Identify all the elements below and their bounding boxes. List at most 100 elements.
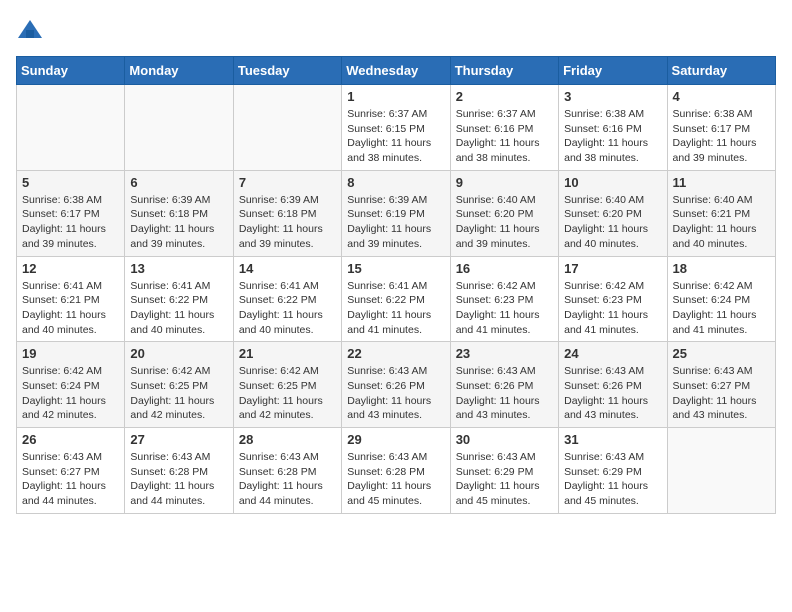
cell-info-text: Sunrise: 6:40 AMSunset: 6:20 PMDaylight:… — [456, 193, 553, 252]
calendar-cell — [233, 85, 341, 171]
calendar-cell: 17 Sunrise: 6:42 AMSunset: 6:23 PMDayligh… — [559, 256, 667, 342]
cell-date-number: 21 — [239, 346, 336, 361]
cell-date-number: 10 — [564, 175, 661, 190]
calendar-cell: 20 Sunrise: 6:42 AMSunset: 6:25 PMDayligh… — [125, 342, 233, 428]
calendar-cell: 19Sunrise: 6:42 AMSunset: 6:24 PMDayligh… — [17, 342, 125, 428]
calendar-cell — [17, 85, 125, 171]
calendar-cell: 25 Sunrise: 6:43 AMSunset: 6:27 PMDayligh… — [667, 342, 775, 428]
cell-info-text: Sunrise: 6:41 AMSunset: 6:22 PMDaylight:… — [239, 279, 336, 338]
calendar-cell: 4 Sunrise: 6:38 AMSunset: 6:17 PMDaylight… — [667, 85, 775, 171]
cell-date-number: 29 — [347, 432, 444, 447]
calendar-week-1: 1 Sunrise: 6:37 AMSunset: 6:15 PMDaylight… — [17, 85, 776, 171]
cell-date-number: 20 — [130, 346, 227, 361]
cell-info-text: Sunrise: 6:43 AMSunset: 6:27 PMDaylight:… — [22, 450, 119, 509]
cell-info-text: Sunrise: 6:41 AMSunset: 6:22 PMDaylight:… — [130, 279, 227, 338]
calendar-cell: 23 Sunrise: 6:43 AMSunset: 6:26 PMDayligh… — [450, 342, 558, 428]
cell-date-number: 26 — [22, 432, 119, 447]
cell-date-number: 1 — [347, 89, 444, 104]
cell-date-number: 18 — [673, 261, 770, 276]
calendar-cell: 3 Sunrise: 6:38 AMSunset: 6:16 PMDaylight… — [559, 85, 667, 171]
cell-info-text: Sunrise: 6:43 AMSunset: 6:26 PMDaylight:… — [564, 364, 661, 423]
calendar-cell: 5 Sunrise: 6:38 AMSunset: 6:17 PMDaylight… — [17, 170, 125, 256]
cell-date-number: 19 — [22, 346, 119, 361]
logo-icon — [16, 16, 44, 44]
cell-info-text: Sunrise: 6:38 AMSunset: 6:16 PMDaylight:… — [564, 107, 661, 166]
cell-info-text: Sunrise: 6:43 AMSunset: 6:29 PMDaylight:… — [564, 450, 661, 509]
cell-date-number: 2 — [456, 89, 553, 104]
cell-date-number: 7 — [239, 175, 336, 190]
calendar-cell: 13 Sunrise: 6:41 AMSunset: 6:22 PMDayligh… — [125, 256, 233, 342]
calendar-cell: 14 Sunrise: 6:41 AMSunset: 6:22 PMDayligh… — [233, 256, 341, 342]
calendar-cell: 24 Sunrise: 6:43 AMSunset: 6:26 PMDayligh… — [559, 342, 667, 428]
day-header-saturday: Saturday — [667, 57, 775, 85]
calendar-cell: 27 Sunrise: 6:43 AMSunset: 6:28 PMDayligh… — [125, 428, 233, 514]
calendar-cell: 6Sunrise: 6:39 AMSunset: 6:18 PMDaylight… — [125, 170, 233, 256]
cell-info-text: Sunrise: 6:43 AMSunset: 6:28 PMDaylight:… — [347, 450, 444, 509]
calendar-cell: 2Sunrise: 6:37 AMSunset: 6:16 PMDaylight… — [450, 85, 558, 171]
cell-info-text: Sunrise: 6:37 AMSunset: 6:15 PMDaylight:… — [347, 107, 444, 166]
cell-info-text: Sunrise: 6:43 AMSunset: 6:26 PMDaylight:… — [456, 364, 553, 423]
cell-date-number: 9 — [456, 175, 553, 190]
cell-date-number: 25 — [673, 346, 770, 361]
calendar-cell: 12 Sunrise: 6:41 AMSunset: 6:21 PMDayligh… — [17, 256, 125, 342]
cell-info-text: Sunrise: 6:41 AMSunset: 6:21 PMDaylight:… — [22, 279, 119, 338]
cell-info-text: Sunrise: 6:42 AMSunset: 6:24 PMDaylight:… — [673, 279, 770, 338]
calendar-week-2: 5 Sunrise: 6:38 AMSunset: 6:17 PMDaylight… — [17, 170, 776, 256]
cell-date-number: 23 — [456, 346, 553, 361]
cell-date-number: 3 — [564, 89, 661, 104]
calendar-cell: 7 Sunrise: 6:39 AMSunset: 6:18 PMDaylight… — [233, 170, 341, 256]
cell-date-number: 13 — [130, 261, 227, 276]
cell-date-number: 12 — [22, 261, 119, 276]
cell-info-text: Sunrise: 6:39 AMSunset: 6:19 PMDaylight:… — [347, 193, 444, 252]
cell-info-text: Sunrise: 6:43 AMSunset: 6:28 PMDaylight:… — [130, 450, 227, 509]
day-header-thursday: Thursday — [450, 57, 558, 85]
cell-date-number: 17 — [564, 261, 661, 276]
cell-date-number: 24 — [564, 346, 661, 361]
cell-info-text: Sunrise: 6:43 AMSunset: 6:29 PMDaylight:… — [456, 450, 553, 509]
cell-info-text: Sunrise: 6:40 AMSunset: 6:21 PMDaylight:… — [673, 193, 770, 252]
cell-date-number: 11 — [673, 175, 770, 190]
calendar-cell: 16 Sunrise: 6:42 AMSunset: 6:23 PMDayligh… — [450, 256, 558, 342]
day-header-friday: Friday — [559, 57, 667, 85]
cell-info-text: Sunrise: 6:42 AMSunset: 6:23 PMDaylight:… — [456, 279, 553, 338]
calendar-cell: 30 Sunrise: 6:43 AMSunset: 6:29 PMDayligh… — [450, 428, 558, 514]
day-header-sunday: Sunday — [17, 57, 125, 85]
cell-info-text: Sunrise: 6:43 AMSunset: 6:27 PMDaylight:… — [673, 364, 770, 423]
day-header-tuesday: Tuesday — [233, 57, 341, 85]
calendar-week-5: 26 Sunrise: 6:43 AMSunset: 6:27 PMDayligh… — [17, 428, 776, 514]
calendar-cell: 28Sunrise: 6:43 AMSunset: 6:28 PMDayligh… — [233, 428, 341, 514]
calendar-cell: 15 Sunrise: 6:41 AMSunset: 6:22 PMDayligh… — [342, 256, 450, 342]
cell-info-text: Sunrise: 6:41 AMSunset: 6:22 PMDaylight:… — [347, 279, 444, 338]
cell-date-number: 27 — [130, 432, 227, 447]
cell-date-number: 4 — [673, 89, 770, 104]
calendar-cell: 18 Sunrise: 6:42 AMSunset: 6:24 PMDayligh… — [667, 256, 775, 342]
cell-info-text: Sunrise: 6:42 AMSunset: 6:23 PMDaylight:… — [564, 279, 661, 338]
cell-date-number: 14 — [239, 261, 336, 276]
calendar-cell — [125, 85, 233, 171]
cell-info-text: Sunrise: 6:43 AMSunset: 6:26 PMDaylight:… — [347, 364, 444, 423]
cell-date-number: 16 — [456, 261, 553, 276]
cell-date-number: 22 — [347, 346, 444, 361]
cell-date-number: 5 — [22, 175, 119, 190]
calendar-cell: 31Sunrise: 6:43 AMSunset: 6:29 PMDayligh… — [559, 428, 667, 514]
cell-info-text: Sunrise: 6:38 AMSunset: 6:17 PMDaylight:… — [22, 193, 119, 252]
cell-info-text: Sunrise: 6:43 AMSunset: 6:28 PMDaylight:… — [239, 450, 336, 509]
calendar-cell: 1 Sunrise: 6:37 AMSunset: 6:15 PMDaylight… — [342, 85, 450, 171]
page-header — [16, 16, 776, 44]
calendar-cell: 8Sunrise: 6:39 AMSunset: 6:19 PMDaylight… — [342, 170, 450, 256]
cell-info-text: Sunrise: 6:38 AMSunset: 6:17 PMDaylight:… — [673, 107, 770, 166]
cell-info-text: Sunrise: 6:39 AMSunset: 6:18 PMDaylight:… — [239, 193, 336, 252]
cell-info-text: Sunrise: 6:42 AMSunset: 6:25 PMDaylight:… — [130, 364, 227, 423]
calendar-cell: 10 Sunrise: 6:40 AMSunset: 6:20 PMDayligh… — [559, 170, 667, 256]
calendar-table: SundayMondayTuesdayWednesdayThursdayFrid… — [16, 56, 776, 514]
calendar-week-3: 12 Sunrise: 6:41 AMSunset: 6:21 PMDayligh… — [17, 256, 776, 342]
calendar-week-4: 19Sunrise: 6:42 AMSunset: 6:24 PMDayligh… — [17, 342, 776, 428]
cell-date-number: 30 — [456, 432, 553, 447]
cell-date-number: 15 — [347, 261, 444, 276]
calendar-cell: 9 Sunrise: 6:40 AMSunset: 6:20 PMDaylight… — [450, 170, 558, 256]
cell-info-text: Sunrise: 6:42 AMSunset: 6:25 PMDaylight:… — [239, 364, 336, 423]
day-header-wednesday: Wednesday — [342, 57, 450, 85]
cell-info-text: Sunrise: 6:40 AMSunset: 6:20 PMDaylight:… — [564, 193, 661, 252]
cell-info-text: Sunrise: 6:39 AMSunset: 6:18 PMDaylight:… — [130, 193, 227, 252]
logo — [16, 16, 48, 44]
